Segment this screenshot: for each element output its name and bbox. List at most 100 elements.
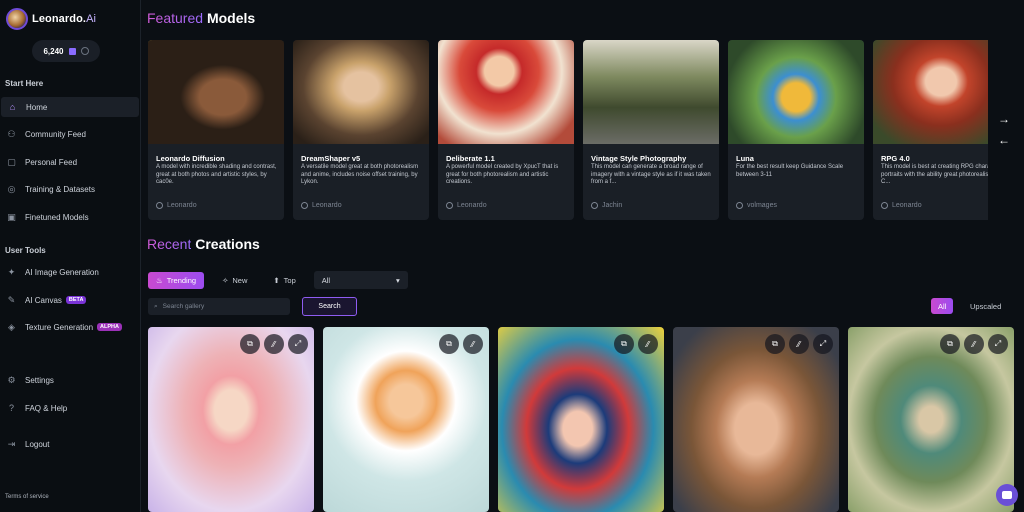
gallery-item-actions: ⧉ ⁄⁄ ⤢ xyxy=(240,334,308,354)
remix-icon[interactable]: ⧉ xyxy=(439,334,459,354)
user-icon xyxy=(736,202,743,209)
flame-icon: ♨ xyxy=(156,275,163,285)
model-thumbnail xyxy=(148,40,284,144)
magic-wand-icon[interactable]: ⁄⁄ xyxy=(638,334,658,354)
remix-icon[interactable]: ⧉ xyxy=(240,334,260,354)
sidebar: Leonardo.Ai 6,240 Start Here ⌂ Home ⚇ Co… xyxy=(0,0,141,512)
sidebar-item-training-datasets[interactable]: ◎ Training & Datasets xyxy=(0,179,140,199)
model-thumbnail xyxy=(583,40,719,144)
training-icon: ◎ xyxy=(7,183,16,194)
model-author: Leonardo xyxy=(156,202,197,209)
gallery-item[interactable]: ⧉ ⁄⁄ ⤢ xyxy=(848,327,1014,512)
model-card[interactable]: DreamShaper v5 A versatile model great a… xyxy=(293,40,429,220)
terms-link[interactable]: Terms of service xyxy=(5,494,49,500)
featured-models-carousel: Leonardo Diffusion A model with incredib… xyxy=(148,40,988,220)
sidebar-item-faq-help[interactable]: ? FAQ & Help xyxy=(0,398,140,418)
model-name: Vintage Style Photography xyxy=(591,154,687,163)
featured-models-title: Featured Models xyxy=(147,10,256,26)
sidebar-item-texture-generation[interactable]: ◈ Texture Generation ALPHA xyxy=(0,317,140,337)
model-name: Deliberate 1.1 xyxy=(446,154,495,163)
expand-icon[interactable]: ⤢ xyxy=(988,334,1008,354)
sidebar-item-personal-feed[interactable]: ▢ Personal Feed xyxy=(0,152,140,172)
model-thumbnail xyxy=(728,40,864,144)
model-author: Jachin xyxy=(591,202,622,209)
model-description: This model is best at creating RPG chara… xyxy=(881,164,988,186)
model-name: Leonardo Diffusion xyxy=(156,154,225,163)
toggle-all[interactable]: All xyxy=(931,298,954,314)
gallery-item[interactable]: ⧉ ⁄⁄ xyxy=(498,327,664,512)
sidebar-item-home[interactable]: ⌂ Home xyxy=(1,97,139,117)
logout-icon: ⇥ xyxy=(7,438,16,449)
recent-creations-title: Recent Creations xyxy=(147,236,260,252)
toggle-upscaled[interactable]: Upscaled xyxy=(970,298,1001,314)
model-author: Leonardo xyxy=(301,202,342,209)
search-gallery-input[interactable]: ⌕ Search gallery xyxy=(148,298,290,315)
user-icon xyxy=(301,202,308,209)
model-name: Luna xyxy=(736,154,754,163)
model-description: A powerful model created by XpucT that i… xyxy=(446,164,559,186)
models-icon: ▣ xyxy=(7,211,16,222)
token-balance[interactable]: 6,240 xyxy=(32,40,100,62)
model-card[interactable]: Vintage Style Photography This model can… xyxy=(583,40,719,220)
gallery-item-actions: ⧉ ⁄⁄ ⤢ xyxy=(765,334,833,354)
sidebar-item-logout[interactable]: ⇥ Logout xyxy=(0,434,140,454)
personal-feed-icon: ▢ xyxy=(7,156,16,167)
model-card[interactable]: RPG 4.0 This model is best at creating R… xyxy=(873,40,988,220)
model-card[interactable]: Deliberate 1.1 A powerful model created … xyxy=(438,40,574,220)
help-icon: ? xyxy=(8,403,14,413)
gallery-item[interactable]: ⧉ ⁄⁄ ⤢ xyxy=(673,327,839,512)
model-description: For the best result keep Guidance Scale … xyxy=(736,164,844,178)
beta-badge: BETA xyxy=(65,296,87,304)
chat-support-icon[interactable] xyxy=(996,484,1018,506)
carousel-next-arrow-icon[interactable]: → xyxy=(998,112,1010,126)
token-icon xyxy=(68,47,76,55)
home-icon: ⌂ xyxy=(9,102,16,112)
top-icon: ⬆ xyxy=(273,275,280,285)
model-name: DreamShaper v5 xyxy=(301,154,361,163)
sparkle-icon: ✧ xyxy=(222,275,229,285)
expand-icon[interactable]: ⤢ xyxy=(288,334,308,354)
model-author: volmages xyxy=(736,202,777,209)
gallery-item[interactable]: ⧉ ⁄⁄ ⤢ xyxy=(148,327,314,512)
magic-wand-icon[interactable]: ⁄⁄ xyxy=(264,334,284,354)
image-generation-icon: ✦ xyxy=(7,266,16,277)
brand-logo-icon xyxy=(6,8,28,30)
sidebar-item-finetuned-models[interactable]: ▣ Finetuned Models xyxy=(0,207,140,227)
canvas-icon: ✎ xyxy=(7,294,16,305)
gear-icon: ⚙ xyxy=(7,374,16,385)
model-description: A versatile model great at both photorea… xyxy=(301,164,419,186)
gallery-item[interactable]: ⧉ ⁄⁄ xyxy=(323,327,489,512)
user-icon xyxy=(881,202,888,209)
magic-wand-icon[interactable]: ⁄⁄ xyxy=(463,334,483,354)
user-icon xyxy=(156,202,163,209)
main-content: Featured Models Leonardo Diffusion A mod… xyxy=(141,0,1024,512)
magic-wand-icon[interactable]: ⁄⁄ xyxy=(964,334,984,354)
model-thumbnail xyxy=(873,40,988,144)
texture-icon: ◈ xyxy=(8,321,15,332)
filter-trending[interactable]: ♨ Trending xyxy=(148,271,205,289)
remix-icon[interactable]: ⧉ xyxy=(614,334,634,354)
search-button[interactable]: Search xyxy=(302,297,357,316)
model-name: RPG 4.0 xyxy=(881,154,910,163)
filter-new[interactable]: ✧ New xyxy=(214,272,255,289)
category-select[interactable]: All ▾ xyxy=(313,271,408,289)
brand[interactable]: Leonardo.Ai xyxy=(6,8,96,30)
filter-top[interactable]: ⬆ Top xyxy=(265,272,303,289)
remix-icon[interactable]: ⧉ xyxy=(940,334,960,354)
model-card[interactable]: Luna For the best result keep Guidance S… xyxy=(728,40,864,220)
remix-icon[interactable]: ⧉ xyxy=(765,334,785,354)
expand-icon[interactable]: ⤢ xyxy=(813,334,833,354)
section-start-here: Start Here xyxy=(5,79,44,88)
community-icon: ⚇ xyxy=(7,128,16,139)
model-author: Leonardo xyxy=(446,202,487,209)
sidebar-item-community-feed[interactable]: ⚇ Community Feed xyxy=(0,124,140,144)
model-card[interactable]: Leonardo Diffusion A model with incredib… xyxy=(148,40,284,220)
sidebar-item-settings[interactable]: ⚙ Settings xyxy=(0,370,140,390)
sidebar-item-ai-canvas[interactable]: ✎ AI Canvas BETA xyxy=(0,290,140,310)
token-help-icon[interactable] xyxy=(80,47,89,55)
chevron-down-icon: ▾ xyxy=(396,275,400,285)
carousel-prev-arrow-icon[interactable]: ← xyxy=(998,133,1010,147)
sidebar-item-ai-image-generation[interactable]: ✦ AI Image Generation xyxy=(0,262,140,282)
user-icon xyxy=(446,202,453,209)
magic-wand-icon[interactable]: ⁄⁄ xyxy=(789,334,809,354)
